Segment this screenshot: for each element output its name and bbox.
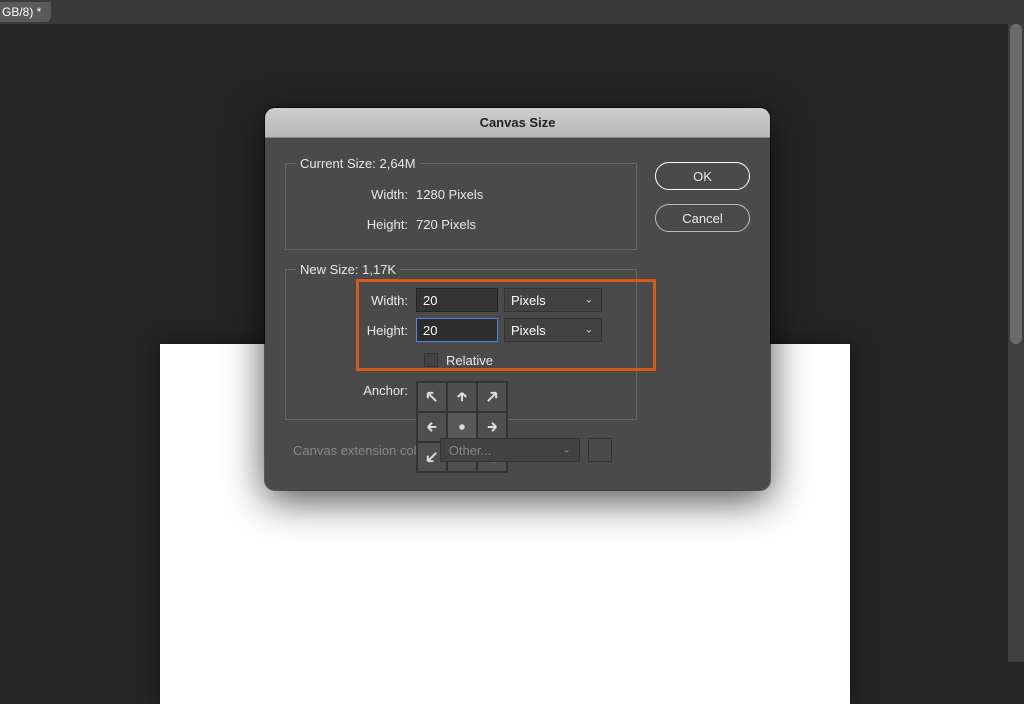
current-size-legend: Current Size: 2,64M: [296, 156, 420, 171]
document-tab-bar: GB/8) *: [0, 0, 1024, 24]
relative-label: Relative: [446, 353, 493, 368]
new-height-label: Height:: [296, 323, 416, 338]
new-width-units-select[interactable]: Pixels ⌄: [504, 288, 602, 312]
extension-color-select: Other... ⌄: [440, 438, 580, 462]
chevron-down-icon: ⌄: [585, 295, 593, 306]
current-width-value: 1280 Pixels: [416, 187, 483, 202]
document-tab[interactable]: GB/8) *: [0, 2, 51, 22]
current-size-group: Current Size: 2,64M Width: 1280 Pixels H…: [285, 156, 637, 250]
new-width-label: Width:: [296, 293, 416, 308]
new-height-units-value: Pixels: [511, 323, 546, 338]
chevron-down-icon: ⌄: [585, 325, 593, 336]
new-width-input[interactable]: [416, 288, 498, 312]
relative-checkbox[interactable]: [424, 353, 438, 367]
dialog-title: Canvas Size: [265, 108, 770, 138]
cancel-button[interactable]: Cancel: [655, 204, 750, 232]
new-height-input[interactable]: [416, 318, 498, 342]
ok-button[interactable]: OK: [655, 162, 750, 190]
current-height-label: Height:: [296, 217, 416, 232]
extension-color-value: Other...: [449, 443, 492, 458]
vertical-scrollbar[interactable]: [1008, 24, 1024, 662]
anchor-ne[interactable]: [477, 382, 507, 412]
anchor-label: Anchor:: [296, 381, 416, 398]
anchor-n[interactable]: [447, 382, 477, 412]
current-height-value: 720 Pixels: [416, 217, 476, 232]
new-height-units-select[interactable]: Pixels ⌄: [504, 318, 602, 342]
new-width-units-value: Pixels: [511, 293, 546, 308]
chevron-down-icon: ⌄: [562, 445, 570, 456]
new-size-legend: New Size: 1,17K: [296, 262, 400, 277]
current-width-label: Width:: [296, 187, 416, 202]
anchor-nw[interactable]: [417, 382, 447, 412]
extension-color-label: Canvas extension color:: [293, 443, 432, 458]
canvas-size-dialog: Canvas Size Current Size: 2,64M Width: 1…: [265, 108, 770, 490]
new-size-group: New Size: 1,17K Width: Pixels ⌄ Height: …: [285, 262, 637, 420]
extension-color-swatch: [588, 438, 612, 462]
scrollbar-thumb[interactable]: [1010, 24, 1022, 344]
